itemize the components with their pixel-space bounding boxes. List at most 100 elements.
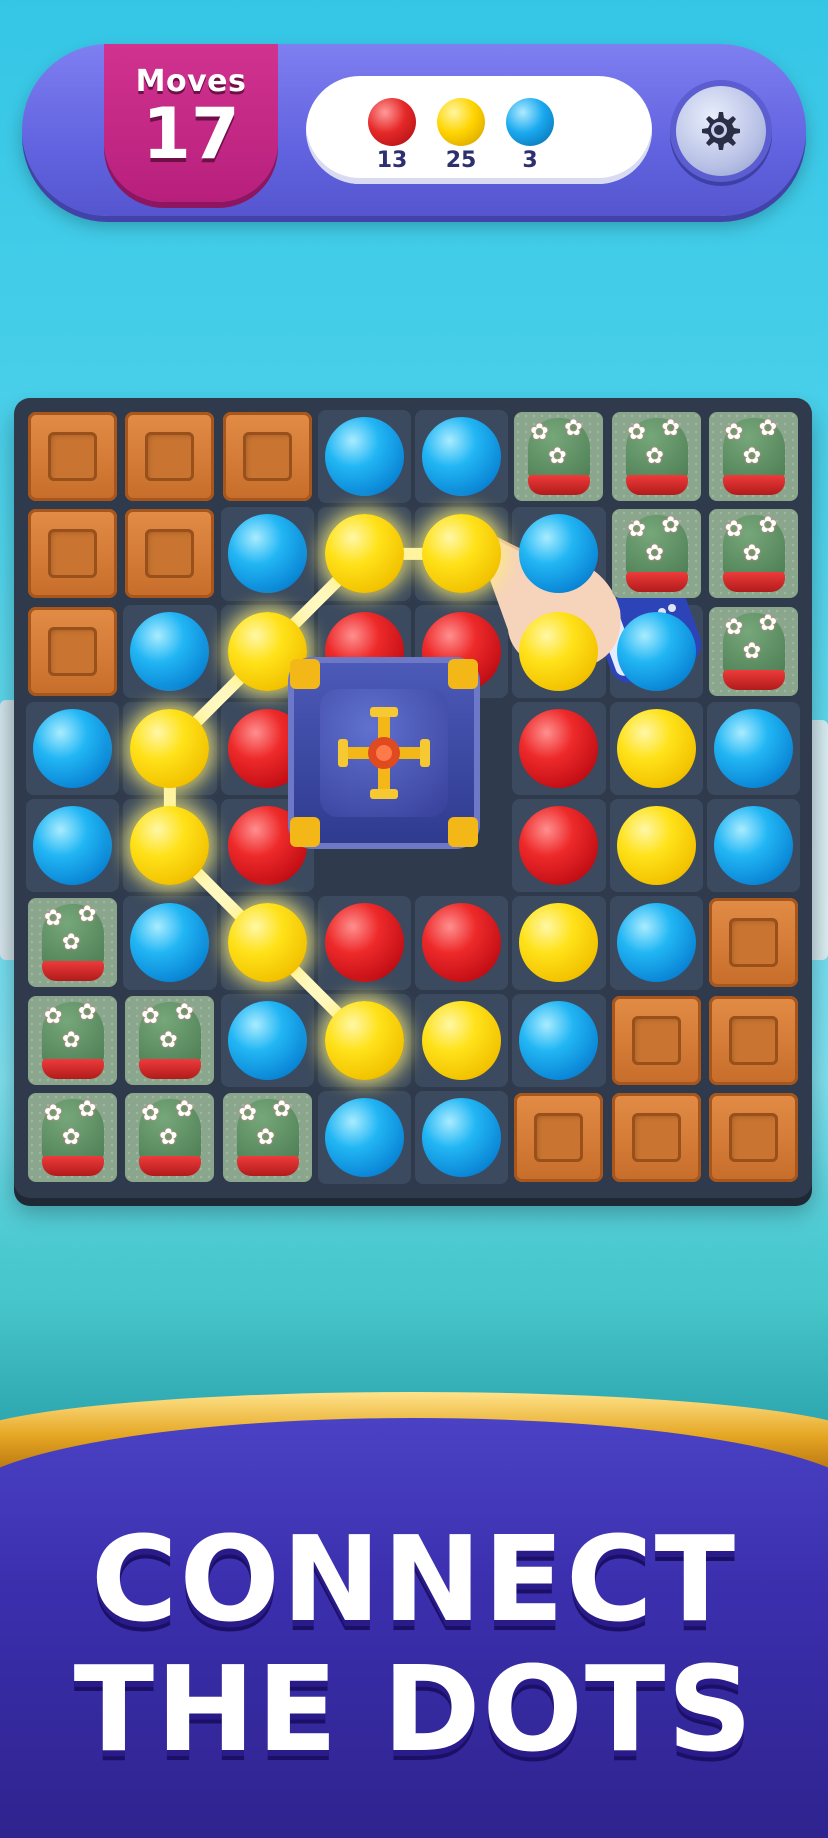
dot-cell[interactable] (608, 603, 705, 700)
red-dot-icon (368, 98, 416, 146)
dot-cell[interactable] (510, 992, 607, 1089)
blue-dot[interactable] (130, 611, 210, 691)
dot-cell[interactable] (316, 408, 413, 505)
headline-line-1: CONNECT (90, 1510, 738, 1648)
yellow-dot[interactable] (616, 806, 696, 885)
dot-cell[interactable] (705, 700, 802, 797)
blue-dot[interactable] (713, 806, 793, 885)
blue-dot[interactable] (422, 1097, 501, 1177)
flower-cactus-icon: ✿ ✿ ✿ (708, 509, 798, 599)
blue-dot[interactable] (324, 417, 404, 496)
dot-cell[interactable] (413, 505, 510, 602)
blue-dot[interactable] (33, 806, 112, 885)
cactus-tile: ✿ ✿ ✿ (705, 408, 802, 505)
blue-dot[interactable] (616, 903, 696, 983)
yellow-dot-icon (437, 98, 485, 146)
blue-dot-icon (506, 98, 554, 146)
flower-cactus-icon: ✿ ✿ ✿ (514, 412, 604, 501)
dot-cell[interactable] (413, 992, 510, 1089)
dot-cell[interactable] (121, 700, 218, 797)
blocker-corner (290, 817, 320, 847)
crate-tile (608, 992, 705, 1089)
blue-dot[interactable] (324, 1097, 404, 1177)
goal-blue: 3 (504, 98, 556, 173)
wooden-crate-icon (514, 1092, 604, 1182)
dot-cell[interactable] (316, 1089, 413, 1186)
blocker-panel (320, 689, 448, 817)
dot-cell[interactable] (413, 1089, 510, 1186)
blue-dot[interactable] (227, 1000, 307, 1080)
blocker-corner (448, 659, 478, 689)
crate-tile (219, 408, 316, 505)
crate-tile (121, 408, 218, 505)
wooden-crate-icon (28, 509, 117, 599)
dot-cell[interactable] (219, 992, 316, 1089)
yellow-dot[interactable] (130, 708, 210, 788)
blue-dot[interactable] (616, 611, 696, 691)
crate-tile (24, 408, 121, 505)
yellow-dot[interactable] (227, 903, 307, 983)
dot-cell[interactable] (705, 797, 802, 894)
wooden-crate-icon (125, 412, 215, 501)
yellow-dot[interactable] (324, 1000, 404, 1080)
yellow-dot[interactable] (519, 903, 599, 983)
wooden-crate-icon (28, 412, 117, 501)
wooden-crate-icon (708, 898, 798, 988)
settings-button[interactable] (676, 86, 766, 176)
blue-dot[interactable] (713, 708, 793, 788)
blue-dot[interactable] (519, 514, 599, 594)
blue-dot[interactable] (519, 1000, 599, 1080)
yellow-dot[interactable] (324, 514, 404, 594)
flower-cactus-icon: ✿ ✿ ✿ (222, 1092, 312, 1182)
dot-cell[interactable] (24, 700, 121, 797)
dot-cell[interactable] (510, 797, 607, 894)
blocker-corner (448, 817, 478, 847)
pipe-valve-icon (338, 707, 430, 799)
dot-cell[interactable] (608, 700, 705, 797)
dot-cell[interactable] (219, 894, 316, 991)
dot-cell[interactable] (608, 797, 705, 894)
dot-cell[interactable] (316, 894, 413, 991)
dot-cell[interactable] (121, 603, 218, 700)
dot-cell[interactable] (413, 408, 510, 505)
crate-tile (705, 894, 802, 991)
dot-cell[interactable] (316, 505, 413, 602)
cactus-tile: ✿ ✿ ✿ (705, 603, 802, 700)
goal-count: 3 (522, 148, 538, 173)
blue-dot[interactable] (422, 417, 501, 496)
yellow-dot[interactable] (422, 514, 501, 594)
dot-cell[interactable] (121, 797, 218, 894)
dot-cell[interactable] (413, 894, 510, 991)
blue-dot[interactable] (130, 903, 210, 983)
wooden-crate-icon (708, 1092, 798, 1182)
dot-cell[interactable] (510, 700, 607, 797)
dot-cell[interactable] (24, 797, 121, 894)
crate-tile (705, 992, 802, 1089)
flower-cactus-icon: ✿ ✿ ✿ (708, 606, 798, 696)
yellow-dot[interactable] (519, 611, 599, 691)
red-dot[interactable] (519, 708, 599, 788)
goal-count: 13 (376, 148, 408, 173)
dot-cell[interactable] (510, 603, 607, 700)
yellow-dot[interactable] (130, 806, 210, 885)
dot-cell[interactable] (608, 894, 705, 991)
yellow-dot[interactable] (422, 1000, 501, 1080)
cactus-tile: ✿ ✿ ✿ (705, 505, 802, 602)
dot-cell[interactable] (510, 505, 607, 602)
dot-cell[interactable] (510, 894, 607, 991)
red-dot[interactable] (324, 903, 404, 983)
crate-tile (24, 505, 121, 602)
goal-count: 25 (445, 148, 477, 173)
blue-dot[interactable] (33, 708, 112, 788)
yellow-dot[interactable] (616, 708, 696, 788)
dot-cell[interactable] (219, 505, 316, 602)
blue-dot[interactable] (227, 514, 307, 594)
wooden-crate-icon (708, 995, 798, 1085)
crate-tile (705, 1089, 802, 1186)
red-dot[interactable] (422, 903, 501, 983)
dot-cell[interactable] (121, 894, 218, 991)
red-dot[interactable] (519, 806, 599, 885)
dot-cell[interactable] (316, 992, 413, 1089)
cactus-tile: ✿ ✿ ✿ (24, 894, 121, 991)
cactus-tile: ✿ ✿ ✿ (121, 992, 218, 1089)
